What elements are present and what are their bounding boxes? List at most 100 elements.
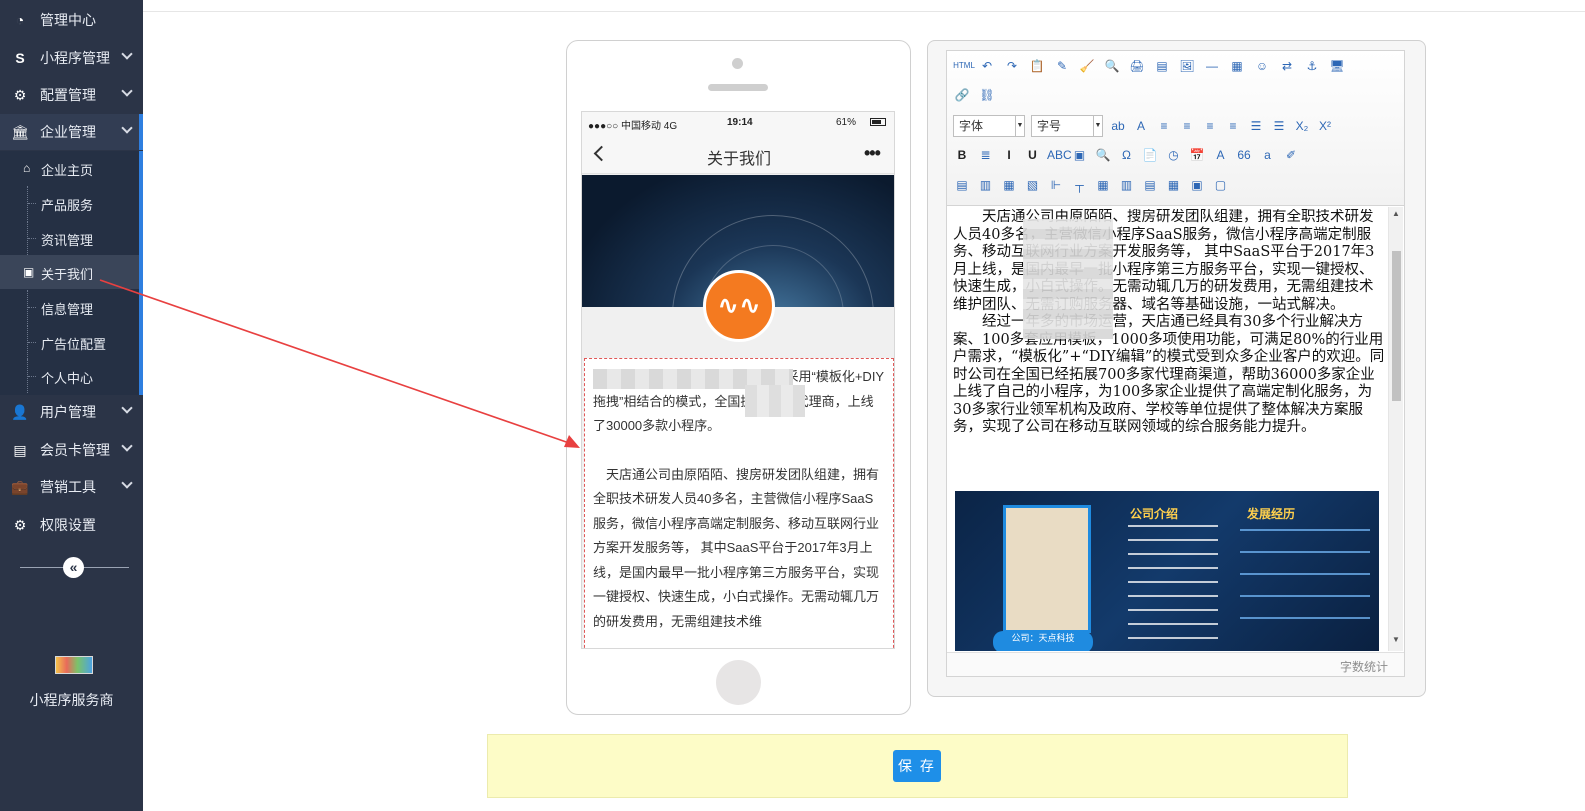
- nav-config[interactable]: ⚙ 配置管理: [0, 77, 143, 113]
- toolbar-row4-icon-14[interactable]: ✐: [1282, 146, 1300, 164]
- enterprise-submenu: ⌂ 企业主页 产品服务 资讯管理 ▣ 关于我们 信息管理 广告位配置 个人中心: [0, 151, 143, 395]
- scroll-down-icon[interactable]: ▼: [1392, 635, 1400, 644]
- nav-dashboard[interactable]: ◔ 管理中心: [0, 2, 143, 38]
- toolbar-row3-icon-6[interactable]: ☰: [1247, 117, 1265, 135]
- toolbar-row1-icon-15[interactable]: 🖥: [1328, 57, 1346, 75]
- shelf-photo: [1003, 505, 1091, 633]
- toolbar-row5-icon-0[interactable]: ▤: [953, 176, 971, 194]
- sub-label: 个人中心: [41, 371, 94, 386]
- toolbar-row5-icon-9[interactable]: ▦: [1165, 176, 1183, 194]
- toolbar-row3-icon-1[interactable]: A: [1132, 117, 1150, 135]
- toolbar-row4-icon-9[interactable]: ◷: [1165, 146, 1183, 164]
- toolbar-row2-icon-0[interactable]: 🔗: [953, 86, 971, 104]
- sidebar-item-ads[interactable]: 广告位配置: [0, 325, 139, 359]
- toolbar-row1-icon-10[interactable]: —: [1203, 57, 1221, 75]
- toolbar-row1-icon-4[interactable]: ✎: [1053, 57, 1071, 75]
- sidebar: ◔ 管理中心 S 小程序管理 ⚙ 配置管理 🏛 企业管理 ⌂ 企业主页 产品服务…: [0, 0, 143, 811]
- nav-users[interactable]: 👤 用户管理: [0, 394, 143, 430]
- scroll-thumb[interactable]: [1392, 251, 1401, 401]
- toolbar-row5-icon-8[interactable]: ▤: [1141, 176, 1159, 194]
- toolbar-row4-icon-8[interactable]: 📄: [1141, 146, 1159, 164]
- toolbar-row3-icon-4[interactable]: ≡: [1201, 117, 1219, 135]
- sidebar-item-info[interactable]: 信息管理: [0, 290, 139, 324]
- nav-permissions[interactable]: ⚙ 权限设置: [0, 507, 143, 543]
- chevron-down-icon: [121, 48, 133, 60]
- toolbar-row5-icon-5[interactable]: ┬: [1071, 176, 1089, 194]
- toolbar-row3-icon-8[interactable]: X₂: [1293, 117, 1311, 135]
- toolbar-row1-icon-2[interactable]: ↷: [1003, 57, 1021, 75]
- sidebar-item-enterprise-home[interactable]: ⌂ 企业主页: [0, 151, 139, 185]
- toolbar-row3-icon-5[interactable]: ≡: [1224, 117, 1242, 135]
- phone-screen: ●●●○○ 中国移动 4G 19:14 61% 关于我们 ••• ∿∿ 服务平台…: [581, 111, 895, 649]
- phone-home-button: [716, 660, 761, 705]
- nav-label: 用户管理: [40, 404, 96, 420]
- toolbar-row4-icon-13[interactable]: a: [1259, 146, 1277, 164]
- nav-enterprise[interactable]: 🏛 企业管理: [0, 114, 143, 150]
- toolbar-row1-icon-14[interactable]: ⚓: [1303, 57, 1321, 75]
- toolbar-row1-icon-5[interactable]: 🧹: [1078, 57, 1096, 75]
- toolbar-row3-icon-9[interactable]: X²: [1316, 117, 1334, 135]
- toolbar-row5-icon-2[interactable]: ▦: [1000, 176, 1018, 194]
- sidebar-item-news[interactable]: 资讯管理: [0, 221, 139, 255]
- toolbar-row4-icon-5[interactable]: ▣: [1071, 146, 1089, 164]
- toolbar-row5-icon-1[interactable]: ▥: [977, 176, 995, 194]
- sidebar-item-products[interactable]: 产品服务: [0, 186, 139, 220]
- toolbar-row4-icon-4[interactable]: ABC: [1047, 146, 1072, 164]
- toolbar-row4-icon-10[interactable]: 📅: [1188, 146, 1206, 164]
- nav-miniapp[interactable]: S 小程序管理: [0, 40, 143, 76]
- sidebar-item-about-us[interactable]: ▣ 关于我们: [0, 255, 139, 289]
- nav-label: 小程序管理: [40, 50, 110, 66]
- toolbar-row3-icon-7[interactable]: ☰: [1270, 117, 1288, 135]
- image-caption: 公司：天点科技: [993, 631, 1093, 651]
- editor-scrollbar[interactable]: ▲ ▼: [1388, 207, 1403, 651]
- nav-label: 配置管理: [40, 87, 96, 103]
- phone-camera: [732, 58, 743, 69]
- toolbar-row1-icon-8[interactable]: ▤: [1153, 57, 1171, 75]
- toolbar-row4-icon-6[interactable]: 🔍: [1094, 146, 1112, 164]
- about-content[interactable]: 服务平台，现有1000+功能模块。采用“模板化+DIY拖拽”相结合的模式，全国拥…: [584, 358, 894, 648]
- toolbar-row3-icon-2[interactable]: ≡: [1155, 117, 1173, 135]
- nav-label: 营销工具: [40, 479, 96, 495]
- toolbar-row5-icon-10[interactable]: ▣: [1188, 176, 1206, 194]
- save-button[interactable]: 保 存: [893, 750, 941, 782]
- nav-member-card[interactable]: ▤ 会员卡管理: [0, 432, 143, 468]
- nav-label: 企业管理: [40, 124, 96, 140]
- toolbar-row1-icon-1[interactable]: ↶: [978, 57, 996, 75]
- toolbar-row4-icon-2[interactable]: I: [1000, 146, 1018, 164]
- user-icon: 👤: [11, 403, 29, 420]
- tree-line: [27, 325, 36, 359]
- font-size-select[interactable]: 字号 ▼: [1031, 115, 1103, 137]
- toolbar-row4-icon-1[interactable]: ≣: [977, 146, 995, 164]
- toolbar-row2-icon-1[interactable]: ⛓: [978, 86, 996, 104]
- toolbar-row5-icon-3[interactable]: ▧: [1024, 176, 1042, 194]
- more-icon[interactable]: •••: [864, 143, 881, 164]
- nav-marketing[interactable]: 💼 营销工具: [0, 469, 143, 505]
- collapse-sidebar-button[interactable]: «: [63, 557, 84, 578]
- toolbar-row4-icon-0[interactable]: B: [953, 146, 971, 164]
- toolbar-row1-icon-7[interactable]: 🖨: [1128, 57, 1146, 75]
- toolbar-row3-icon-3[interactable]: ≡: [1178, 117, 1196, 135]
- toolbar-row3-icon-0[interactable]: ab: [1109, 117, 1127, 135]
- toolbar-row1-icon-6[interactable]: 🔍: [1103, 57, 1121, 75]
- toolbar-row5-icon-6[interactable]: ▦: [1094, 176, 1112, 194]
- toolbar-row4-icon-7[interactable]: Ω: [1118, 146, 1136, 164]
- toolbar-row1-icon-9[interactable]: 🖼: [1178, 57, 1196, 75]
- chevron-down-icon: [121, 440, 133, 452]
- toolbar-row5-icon-7[interactable]: ▥: [1118, 176, 1136, 194]
- image-heading-history: 发展经历: [1247, 507, 1296, 521]
- toolbar-row5-icon-4[interactable]: ⊩: [1047, 176, 1065, 194]
- toolbar-row5-icon-11[interactable]: ▢: [1212, 176, 1230, 194]
- toolbar-row1-icon-11[interactable]: ▦: [1228, 57, 1246, 75]
- scroll-up-icon[interactable]: ▲: [1392, 209, 1400, 218]
- sidebar-item-profile[interactable]: 个人中心: [0, 359, 139, 393]
- toolbar-row4-icon-12[interactable]: 66: [1235, 146, 1253, 164]
- toolbar-row4-icon-3[interactable]: U: [1024, 146, 1042, 164]
- toolbar-row1-icon-13[interactable]: ⇄: [1278, 57, 1296, 75]
- toolbar-row4-icon-11[interactable]: A: [1212, 146, 1230, 164]
- dashboard-icon: ◔: [15, 12, 25, 28]
- font-family-select[interactable]: 字体 ▼: [953, 115, 1025, 137]
- toolbar-row1-icon-3[interactable]: 📋: [1028, 57, 1046, 75]
- toolbar-row1-icon-12[interactable]: ☺: [1253, 57, 1271, 75]
- carrier-text: ●●●○○ 中国移动 4G: [588, 121, 678, 132]
- toolbar-row1-icon-0[interactable]: HTML: [953, 57, 975, 75]
